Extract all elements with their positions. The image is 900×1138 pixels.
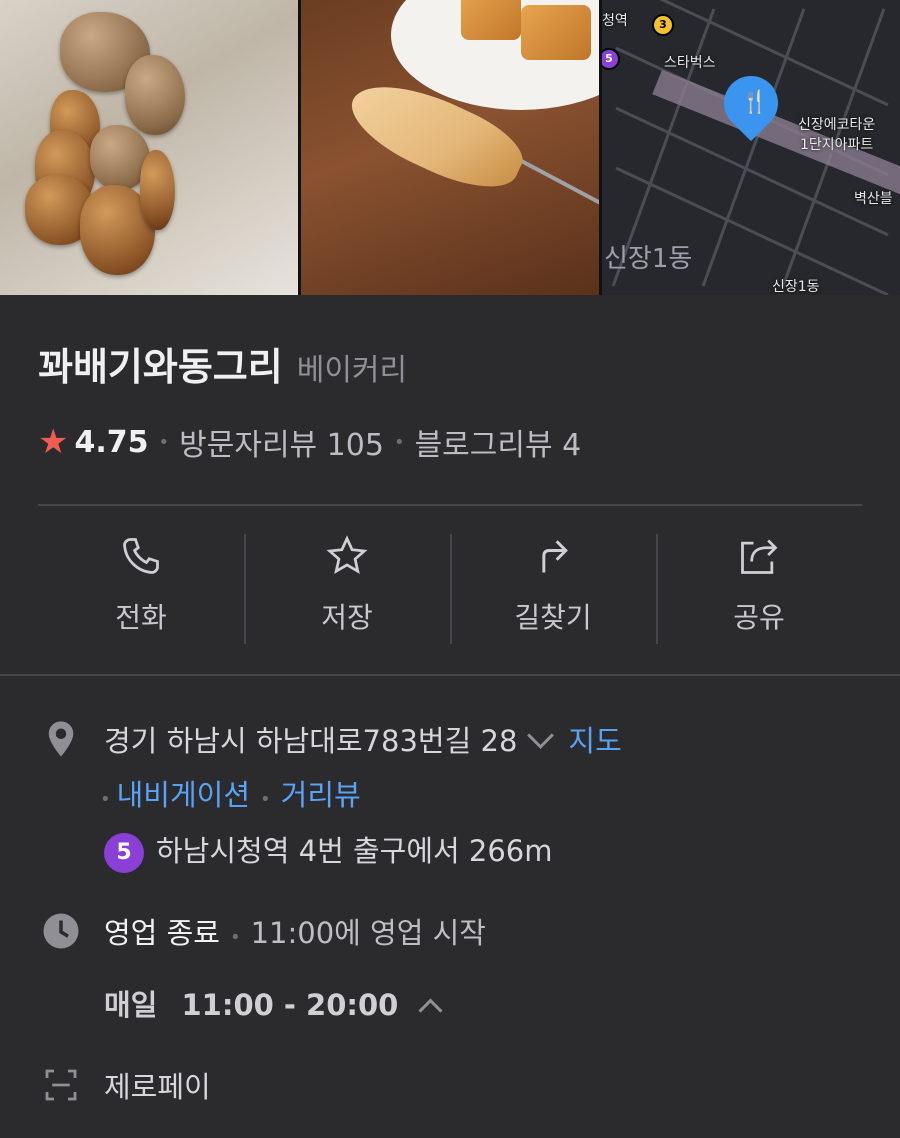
save-label: 저장: [321, 601, 373, 634]
map-label-starbucks: 스타벅스: [664, 55, 716, 71]
address-text: 경기 하남시 하남대로783번길 28: [104, 724, 518, 758]
chevron-up-icon: [418, 998, 443, 1023]
rating-score: 4.75: [74, 424, 149, 460]
share-label: 공유: [733, 601, 785, 634]
directions-icon: [542, 540, 568, 573]
share-icon: [741, 539, 778, 574]
subway-line-5-badge: 5: [104, 833, 144, 873]
map-label-station: 청역: [602, 13, 628, 29]
directions-label: 길찾기: [514, 601, 592, 634]
save-button[interactable]: 저장: [244, 534, 450, 646]
restaurant-icon: 🍴: [741, 90, 769, 115]
map-thumbnail[interactable]: 청역 3 5 스타벅스 신장에코타운 1단지아파트 벽산블 신장1동 신장1동 …: [602, 0, 900, 295]
place-name: 꽈배기와동그리: [38, 345, 283, 389]
photo-strip: 청역 3 5 스타벅스 신장에코타운 1단지아파트 벽산블 신장1동 신장1동 …: [0, 0, 900, 295]
map-label-byeoksan: 벽산블: [854, 191, 893, 207]
call-button[interactable]: 전화: [38, 534, 244, 646]
map-link[interactable]: 지도: [568, 724, 621, 758]
phone-icon: [123, 538, 159, 574]
hours-days: 매일: [104, 988, 158, 1022]
visitor-reviews-link[interactable]: 방문자리뷰 105: [179, 420, 384, 464]
chevron-down-icon[interactable]: [527, 722, 555, 749]
streetview-link[interactable]: 거리뷰: [281, 778, 361, 812]
subway-line-badge: 5: [602, 48, 620, 70]
subway-line-badge: 3: [652, 14, 674, 36]
scan-icon: [45, 1069, 77, 1101]
place-header: 꽈배기와동그리 베이커리: [38, 336, 407, 391]
location-pin-icon: [48, 721, 74, 757]
payment-section: 제로페이: [40, 1064, 211, 1106]
photo-pastry-tongs[interactable]: [301, 0, 599, 295]
star-outline-icon: [326, 535, 368, 574]
action-bar: 전화 저장 길찾기 공유: [38, 534, 862, 646]
photo-pastries-bag[interactable]: [0, 0, 298, 295]
navigation-link[interactable]: 내비게이션: [117, 778, 250, 812]
rating-row: ★ 4.75 • 방문자리뷰 105 • 블로그리뷰 4: [38, 420, 582, 464]
divider: [38, 504, 862, 506]
address-section: 경기 하남시 하남대로783번길 28 지도 • 내비게이션 • 거리뷰 5 하남시청역 …: [40, 718, 622, 873]
subway-info: 하남시청역 4번 출구에서 266m: [156, 834, 553, 868]
map-label-apartment: 신장에코타운 1단지아파트: [798, 117, 876, 153]
hours-next-open: 11:00에 영업 시작: [250, 916, 486, 950]
hours-range: 11:00 - 20:00: [181, 988, 399, 1022]
map-label-area: 신장1동: [604, 244, 693, 274]
place-category: 베이커리: [296, 353, 408, 388]
blog-reviews-link[interactable]: 블로그리뷰 4: [415, 420, 582, 464]
payment-label: 제로페이: [104, 1070, 211, 1104]
call-label: 전화: [115, 601, 167, 634]
hours-section: 영업 종료 • 11:00에 영업 시작 매일 11:00 - 20:00: [40, 910, 486, 1024]
star-filled-icon: ★: [38, 422, 69, 462]
hours-status: 영업 종료: [104, 916, 220, 950]
map-label-area-small: 신장1동: [772, 279, 820, 295]
divider: [0, 674, 900, 676]
directions-button[interactable]: 길찾기: [450, 534, 656, 646]
share-button[interactable]: 공유: [656, 534, 862, 646]
hours-toggle[interactable]: 매일 11:00 - 20:00: [104, 982, 486, 1024]
clock-icon: [43, 913, 79, 949]
